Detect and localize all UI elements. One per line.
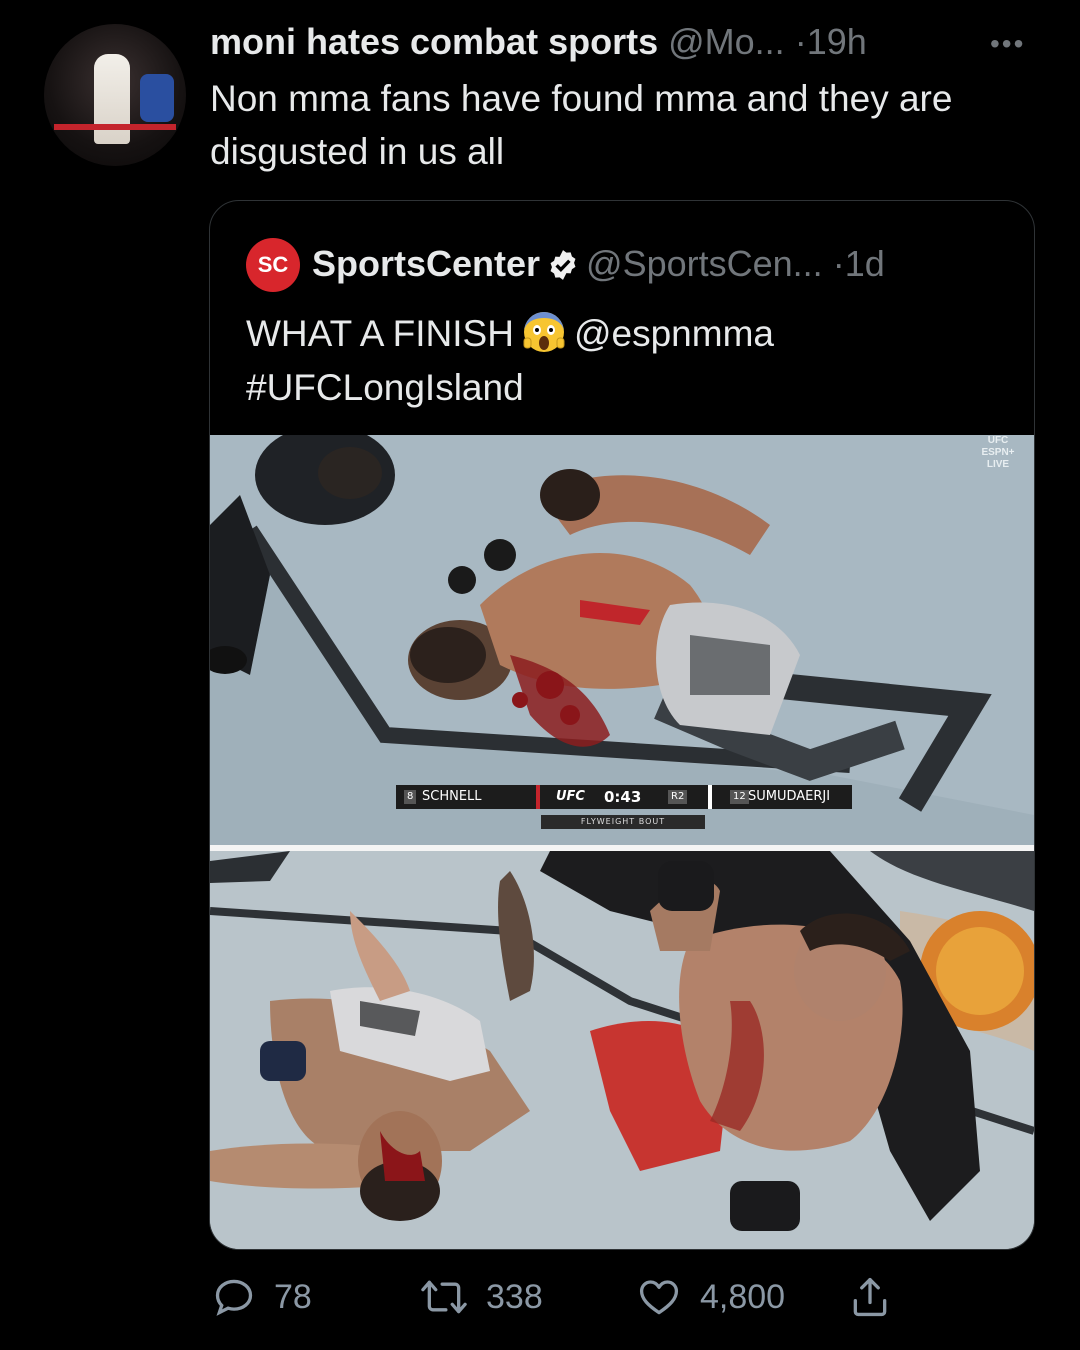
reply-icon[interactable] bbox=[212, 1275, 256, 1319]
fight-clock: 0:43 bbox=[604, 788, 642, 806]
retweet-count: 338 bbox=[486, 1277, 543, 1316]
round-indicator: R2 bbox=[668, 790, 688, 804]
right-fighter-color-bar bbox=[708, 785, 712, 809]
quoted-author-name[interactable]: SportsCenter bbox=[312, 243, 540, 284]
ufc-scorebug-logo: UFC bbox=[556, 789, 585, 804]
mention-link[interactable]: @espnmma bbox=[574, 313, 774, 354]
quoted-tweet-time[interactable]: 1d bbox=[845, 243, 885, 284]
quoted-media[interactable]: UFC ESPN+ LIVE 8 SCHNELL UFC 0:43 R2 12 … bbox=[210, 435, 1034, 1249]
like-action[interactable]: 4,800 bbox=[636, 1270, 785, 1324]
right-fighter-rank: 12 bbox=[730, 790, 749, 804]
avatar-fighter-figure bbox=[94, 54, 130, 144]
right-fighter-name: SUMUDAERJI bbox=[748, 789, 831, 804]
sportscenter-logo[interactable]: SC bbox=[246, 238, 300, 292]
author-handle[interactable]: @Mo... bbox=[668, 21, 785, 62]
separator-dot: · bbox=[794, 21, 807, 62]
share-action[interactable] bbox=[848, 1270, 892, 1324]
quoted-separator-dot: · bbox=[832, 243, 845, 284]
author-avatar[interactable] bbox=[44, 24, 186, 166]
more-options-icon[interactable]: ••• bbox=[990, 28, 1025, 60]
tweet-text: Non mma fans have found mma and they are… bbox=[210, 78, 953, 172]
screaming-face-emoji-icon bbox=[523, 312, 565, 352]
avatar-ring-ropes bbox=[54, 124, 176, 130]
tweet-header: moni hates combat sports @Mo... ·19h bbox=[210, 18, 1010, 66]
quoted-author-handle[interactable]: @SportsCen... bbox=[586, 243, 823, 284]
left-fighter-name: SCHNELL bbox=[422, 789, 482, 804]
reply-action[interactable]: 78 bbox=[212, 1270, 312, 1324]
quoted-text-main: WHAT A FINISH bbox=[246, 313, 514, 354]
reply-count: 78 bbox=[274, 1277, 312, 1316]
fight-photo-top[interactable]: UFC ESPN+ LIVE 8 SCHNELL UFC 0:43 R2 12 … bbox=[210, 435, 1034, 845]
like-count: 4,800 bbox=[700, 1277, 786, 1316]
live-badge-line-2: ESPN+ bbox=[981, 447, 1015, 458]
avatar-background-figure bbox=[140, 74, 174, 122]
left-fighter-rank: 8 bbox=[404, 790, 417, 804]
quoted-tweet-text: WHAT A FINISH @espnmma #UFCLongIsland bbox=[246, 307, 1006, 415]
broadcast-live-badge: UFC ESPN+ LIVE bbox=[976, 435, 1020, 471]
retweet-icon[interactable] bbox=[420, 1275, 468, 1319]
share-icon[interactable] bbox=[848, 1275, 892, 1319]
tweet-time[interactable]: 19h bbox=[807, 21, 867, 62]
bout-label: FLYWEIGHT BOUT bbox=[541, 815, 705, 829]
retweet-action[interactable]: 338 bbox=[420, 1270, 543, 1324]
broadcast-scorebug: 8 SCHNELL UFC 0:43 R2 12 SUMUDAERJI bbox=[396, 785, 852, 809]
hashtag-link[interactable]: #UFCLongIsland bbox=[246, 367, 524, 408]
author-name[interactable]: moni hates combat sports bbox=[210, 21, 658, 62]
fight-scene-top-illustration bbox=[210, 435, 1034, 845]
live-badge-line-3: LIVE bbox=[986, 459, 1010, 470]
quoted-tweet-header: SportsCenter @SportsCen... ·1d bbox=[312, 239, 885, 289]
heart-icon[interactable] bbox=[636, 1275, 682, 1319]
verified-badge-icon bbox=[550, 250, 576, 280]
fight-scene-bottom-illustration bbox=[210, 851, 1034, 1249]
tweet-actions-bar: 78 338 4,800 bbox=[210, 1270, 930, 1330]
live-badge-line-1: UFC bbox=[987, 435, 1009, 446]
left-fighter-color-bar bbox=[536, 785, 540, 809]
quoted-tweet[interactable]: SC SportsCenter @SportsCen... ·1d WHAT A… bbox=[209, 200, 1035, 1250]
fight-photo-bottom[interactable] bbox=[210, 851, 1034, 1249]
